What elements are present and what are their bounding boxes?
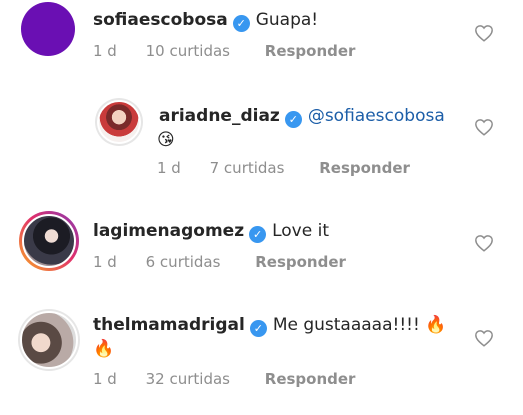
avatar[interactable] (95, 98, 143, 146)
heart-outline-icon[interactable] (474, 118, 494, 136)
comment-text: Guapa! (255, 10, 319, 30)
comment-likes[interactable]: 7 curtidas (210, 159, 285, 177)
reply-button[interactable]: Responder (265, 370, 356, 388)
verified-badge-icon: ✓ (249, 320, 267, 337)
comment-likes[interactable]: 10 curtidas (146, 42, 230, 60)
comment-username[interactable]: sofiaescobosa (93, 10, 228, 30)
comment-username[interactable]: thelmamadrigal (93, 315, 245, 335)
verified-badge-icon: ✓ (232, 15, 250, 32)
mention-link[interactable]: @sofiaescobosa (308, 106, 445, 126)
comment-likes[interactable]: 32 curtidas (146, 370, 230, 388)
avatar[interactable] (21, 2, 75, 56)
comment-time: 1 d (157, 159, 181, 177)
comment-time: 1 d (93, 253, 117, 271)
heart-outline-icon[interactable] (474, 329, 494, 347)
comment-text: Love it (272, 221, 329, 241)
comment-username[interactable]: lagimenagomez (93, 221, 244, 241)
comment-text: Me gustaaaaa!!!! 🔥 (272, 315, 447, 335)
reply-button[interactable]: Responder (265, 42, 356, 60)
heart-outline-icon[interactable] (474, 24, 494, 42)
avatar[interactable] (19, 211, 79, 271)
comment-username[interactable]: ariadne_diaz (159, 106, 280, 126)
reply-button[interactable]: Responder (319, 159, 410, 177)
avatar[interactable] (18, 309, 80, 371)
comment-text-line2: 😘 (157, 130, 175, 150)
comment-text-line2: 🔥 (93, 339, 115, 359)
heart-outline-icon[interactable] (474, 234, 494, 252)
reply-button[interactable]: Responder (255, 253, 346, 271)
comment-time: 1 d (93, 370, 117, 388)
verified-badge-icon: ✓ (249, 226, 267, 243)
comment-time: 1 d (93, 42, 117, 60)
verified-badge-icon: ✓ (284, 111, 302, 128)
comment-likes[interactable]: 6 curtidas (146, 253, 221, 271)
